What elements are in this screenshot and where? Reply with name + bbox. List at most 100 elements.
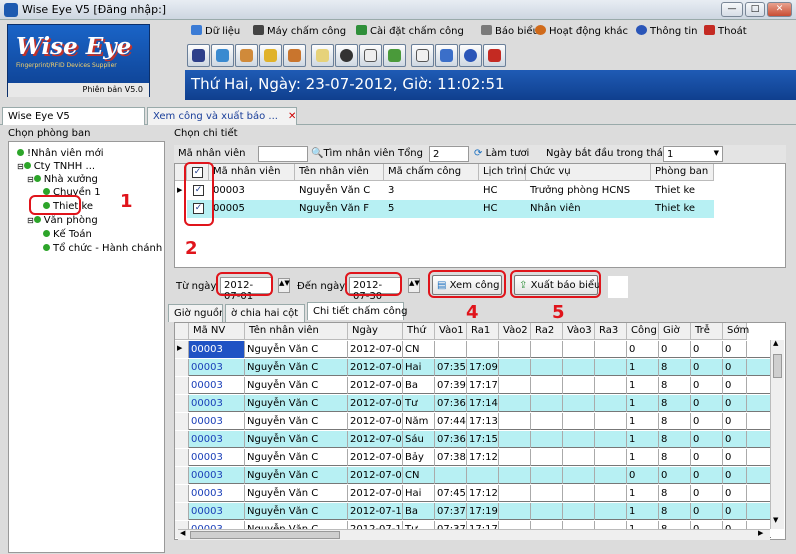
- grid2-header[interactable]: Giờ: [659, 323, 691, 340]
- hscroll-thumb[interactable]: [190, 531, 340, 539]
- table-row[interactable]: 00003 Nguyễn Văn C 2012-07-08 CN 0 0 0 0: [175, 467, 771, 484]
- document-tabs: Wise Eye V5 Xem công và xuất báo ... ✕: [0, 105, 796, 125]
- table-row[interactable]: 00003 Nguyễn Văn C 2012-07-05 Năm 07:44 17:13…: [175, 413, 771, 430]
- clock-icon[interactable]: [335, 44, 358, 67]
- chevron-down-icon: ▼: [713, 149, 719, 157]
- grid2-header[interactable]: Ra3: [595, 323, 627, 340]
- menu-attendance-settings[interactable]: Cài đặt chấm công: [356, 25, 464, 37]
- minimize-button[interactable]: —: [721, 2, 743, 17]
- tab-view-attendance[interactable]: Xem công và xuất báo ... ✕: [147, 107, 297, 125]
- blank-box: [608, 276, 628, 298]
- close-tab-icon[interactable]: ✕: [288, 111, 296, 122]
- scroll-right-icon[interactable]: ▶: [758, 529, 763, 537]
- version-label: Phiên bản V5.0: [8, 83, 149, 97]
- scroll-left-icon[interactable]: ◀: [180, 529, 185, 537]
- table-row[interactable]: ✓ 00005 Nguyễn Văn F 5 HC Nhân viên Thie…: [187, 200, 714, 218]
- grid2-header[interactable]: Ra2: [531, 323, 563, 340]
- node-icon: [33, 216, 41, 223]
- tree-node-new-employees[interactable]: !Nhân viên mới: [17, 148, 103, 159]
- tree-node-factory[interactable]: ⊟ Nhà xưởng: [27, 174, 98, 185]
- exit-icon[interactable]: [483, 44, 506, 67]
- grid2-header[interactable]: Mã NV: [189, 323, 245, 340]
- scroll-up-icon[interactable]: ▲: [773, 339, 778, 347]
- tab-two-column-hours[interactable]: ờ chia hai cột: [225, 304, 305, 322]
- menu-exit[interactable]: Thoát: [704, 25, 747, 37]
- cell-tên-nhân-viên: Nguyễn Văn C: [245, 485, 348, 502]
- table-row[interactable]: 00003 Nguyễn Văn C 2012-07-02 Hai 07:35 17:09…: [175, 359, 771, 376]
- menu-info[interactable]: Thông tin: [636, 25, 697, 37]
- to-date-spinner[interactable]: ▲▼: [408, 278, 420, 293]
- employee-id-input[interactable]: [258, 146, 308, 162]
- cell-thứ: Hai: [403, 359, 435, 376]
- cell-trễ: 0: [691, 431, 723, 448]
- table-row[interactable]: ▶ 00003 Nguyễn Văn C 2012-07-01 CN 0 0 0 0: [175, 341, 771, 358]
- menu-other-activities[interactable]: Hoạt động khác: [535, 25, 628, 37]
- cell-ra1: 17:15: [467, 431, 499, 448]
- refresh-button[interactable]: ⟳ Làm tươi: [474, 148, 529, 159]
- tree-node-accounting[interactable]: Kế Toán: [43, 229, 92, 240]
- menu-data[interactable]: Dữ liệu: [191, 25, 240, 37]
- chart-icon[interactable]: [259, 44, 282, 67]
- table-row[interactable]: 00003 Nguyễn Văn C 2012-07-03 Ba 07:39 17:17 1…: [175, 377, 771, 394]
- tab-attendance-detail[interactable]: Chi tiết chấm công: [307, 302, 407, 320]
- menu-reports[interactable]: Báo biểu: [481, 25, 539, 37]
- cell-ngày: 2012-07-03: [348, 377, 403, 394]
- grid2-header[interactable]: Sớm: [723, 323, 749, 340]
- grid2-header[interactable]: Vào1: [435, 323, 467, 340]
- maximize-button[interactable]: □: [745, 2, 765, 17]
- horizontal-scrollbar[interactable]: ◀ ▶: [178, 529, 770, 540]
- table-row[interactable]: 00003 Nguyễn Văn C 2012-07-09 Hai 07:45 17:12…: [175, 485, 771, 502]
- group-icon[interactable]: [283, 44, 306, 67]
- menu-attendance-machine[interactable]: Máy chấm công: [253, 25, 346, 37]
- row-pointer-icon: [175, 377, 189, 394]
- tab-wise-eye[interactable]: Wise Eye V5: [2, 107, 145, 125]
- from-date-spinner[interactable]: ▲▼: [278, 278, 290, 293]
- cell-công: 1: [627, 395, 659, 412]
- cell-mã-nv: 00003: [189, 503, 245, 520]
- cell-công: 1: [627, 377, 659, 394]
- grid2-header[interactable]: Thứ: [403, 323, 435, 340]
- cell-ra2: [531, 377, 563, 394]
- calendar-icon[interactable]: [359, 44, 382, 67]
- start-day-select[interactable]: 1 ▼: [663, 146, 723, 162]
- grid2-header[interactable]: Tên nhân viên: [245, 323, 348, 340]
- building-icon[interactable]: [187, 44, 210, 67]
- tree-node-company[interactable]: ⊟ Cty TNHH ...: [17, 161, 95, 172]
- scroll-thumb[interactable]: [773, 354, 782, 378]
- grid2-header[interactable]: Công: [627, 323, 659, 340]
- users-icon[interactable]: [235, 44, 258, 67]
- person-search-icon[interactable]: [435, 44, 458, 67]
- grid2-header[interactable]: Vào2: [499, 323, 531, 340]
- search-employee-button[interactable]: 🔍Tìm nhân viên: [311, 148, 395, 159]
- grid2-header[interactable]: Trễ: [691, 323, 723, 340]
- cell-ra3: [595, 467, 627, 484]
- cell-vào3: [563, 413, 595, 430]
- scroll-down-icon[interactable]: ▼: [773, 516, 778, 524]
- notepad-icon[interactable]: [311, 44, 334, 67]
- grid2-header[interactable]: Ngày: [348, 323, 403, 340]
- cell-vào2: [499, 341, 531, 358]
- tree-node-office[interactable]: ⊟ Văn phòng: [27, 215, 98, 226]
- tree-node-admin[interactable]: Tổ chức - Hành chánh: [43, 243, 162, 254]
- total-value: 2: [429, 146, 469, 162]
- info-icon[interactable]: [459, 44, 482, 67]
- close-button[interactable]: ✕: [767, 2, 792, 17]
- cell-ngày: 2012-07-04: [348, 395, 403, 412]
- upload-icon[interactable]: [211, 44, 234, 67]
- report-icon[interactable]: [383, 44, 406, 67]
- grid2-header[interactable]: Vào3: [563, 323, 595, 340]
- tab-source-hours[interactable]: Giờ nguồn: [168, 304, 223, 322]
- table-row[interactable]: 00003 Nguyễn Văn C 2012-07-07 Bảy 07:38 17:12…: [175, 449, 771, 466]
- document-icon[interactable]: [411, 44, 434, 67]
- cell-trễ: 0: [691, 467, 723, 484]
- cell-giờ: 8: [659, 431, 691, 448]
- grid2-header[interactable]: Ra1: [467, 323, 499, 340]
- vertical-scrollbar[interactable]: ▲ ▼: [770, 339, 784, 529]
- cell-vào1: 07:38: [435, 449, 467, 466]
- table-row[interactable]: 00003 Nguyễn Văn C 2012-07-10 Ba 07:37 17:19 1…: [175, 503, 771, 520]
- table-row[interactable]: 00003 Nguyễn Văn C 2012-07-06 Sáu 07:36 17:15…: [175, 431, 771, 448]
- table-row[interactable]: ✓ 00003 Nguyễn Văn C 3 HC Trưởng phòng H…: [187, 182, 714, 200]
- table-row[interactable]: 00003 Nguyễn Văn C 2012-07-04 Tư 07:36 17:14 1…: [175, 395, 771, 412]
- node-icon: [23, 162, 31, 169]
- cell-ngày: 2012-07-05: [348, 413, 403, 430]
